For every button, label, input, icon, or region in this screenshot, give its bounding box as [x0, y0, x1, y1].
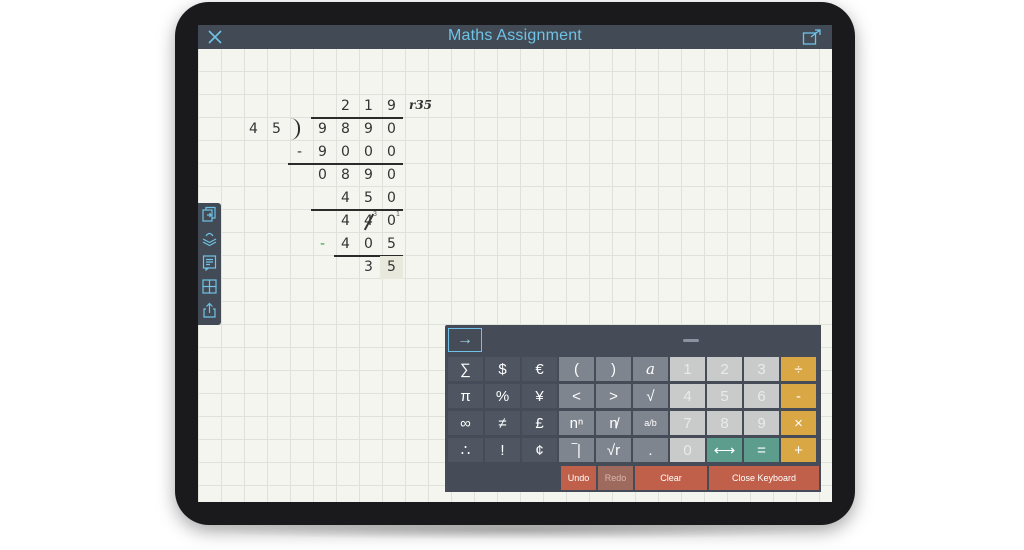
step-digit[interactable]: 4 [334, 210, 357, 233]
step-digit[interactable]: 4 [334, 187, 357, 210]
step-digit[interactable]: 8 [334, 164, 357, 187]
dividend-digit[interactable]: 8 [334, 118, 357, 141]
greater-than-key[interactable]: > [596, 384, 631, 408]
digit-key[interactable]: 7 [670, 411, 705, 435]
digit-key[interactable]: 5 [707, 384, 742, 408]
divisor-digit[interactable]: 5 [265, 118, 288, 141]
step-digit[interactable]: 9 [357, 164, 380, 187]
long-division-key[interactable]: ‾| [559, 438, 594, 462]
step-digit[interactable]: 5 [380, 233, 403, 256]
notes-icon[interactable] [201, 254, 218, 272]
layers-icon[interactable] [201, 230, 218, 247]
division-bracket [290, 118, 300, 140]
factorial-key[interactable]: ! [485, 438, 520, 462]
root-key[interactable]: √r [596, 438, 631, 462]
less-than-key[interactable]: < [559, 384, 594, 408]
minus-sign[interactable]: - [311, 233, 334, 256]
clear-button[interactable]: Clear [635, 466, 707, 490]
drag-handle[interactable] [683, 339, 699, 342]
divisor-digit[interactable]: 4 [242, 118, 265, 141]
sqrt-key[interactable]: √ [633, 384, 668, 408]
digit-key[interactable]: 2 [707, 357, 742, 381]
dividend-digit[interactable]: 9 [311, 118, 334, 141]
step-digit[interactable]: 0 [334, 141, 357, 164]
power-key[interactable]: nⁿ [559, 411, 594, 435]
pound-key[interactable]: £ [522, 411, 557, 435]
dividend-digit[interactable]: 9 [357, 118, 380, 141]
dividend-digit[interactable]: 0 [380, 118, 403, 141]
side-toolbar [198, 203, 221, 325]
not-equal-key[interactable]: ≠ [485, 411, 520, 435]
therefore-key[interactable]: ∴ [448, 438, 483, 462]
remainder-label[interactable]: r35 [409, 98, 432, 112]
math-keyboard: → ∑ $ €() a 1 2 3 ÷ π% ¥ < > √ 4 5 6- ∞ ≠ £ nⁿ n̸ a/b 7 8 9 × ∴! ¢ ‾… [445, 325, 821, 492]
step-digit[interactable]: 0 [380, 141, 403, 164]
digit-key[interactable]: 1 [670, 357, 705, 381]
digit-key[interactable]: 8 [707, 411, 742, 435]
keyboard-top-row: → [445, 325, 821, 355]
share-icon[interactable] [802, 28, 822, 46]
variable-key[interactable]: a [633, 357, 668, 381]
app-screen: Maths Assignment 2 1 9 r35 4 5 9 8 9 0 -… [198, 25, 832, 502]
euro-key[interactable]: € [522, 357, 557, 381]
digit-key[interactable]: 9 [744, 411, 779, 435]
step-digit[interactable]: 5 [357, 187, 380, 210]
result-digit[interactable]: 5 [380, 256, 403, 279]
result-digit[interactable]: 3 [357, 256, 380, 279]
grid-icon[interactable] [201, 278, 218, 295]
step-digit[interactable]: 0 [311, 164, 334, 187]
multiply-key[interactable]: × [781, 411, 816, 435]
percent-key[interactable]: % [485, 384, 520, 408]
page-title: Maths Assignment [448, 27, 582, 44]
equals-key[interactable]: = [744, 438, 779, 462]
arrow-key[interactable]: ⟷ [707, 438, 742, 462]
quotient-digit[interactable]: 1 [357, 95, 380, 118]
step-digit[interactable]: 0 [357, 141, 380, 164]
keyboard-bottom-strip [445, 462, 559, 492]
digit-key[interactable]: 0 [670, 438, 705, 462]
carry-digit: 1 [396, 211, 400, 218]
redo-button[interactable]: Redo [598, 466, 633, 490]
close-keyboard-button[interactable]: Close Keyboard [709, 466, 819, 490]
minus-sign[interactable]: - [288, 141, 311, 164]
minus-key[interactable]: - [781, 384, 816, 408]
carry-digit: 3 [373, 211, 377, 218]
yen-key[interactable]: ¥ [522, 384, 557, 408]
digit-key[interactable]: 4 [670, 384, 705, 408]
quotient-digit[interactable]: 9 [380, 95, 403, 118]
share-out-icon[interactable] [201, 302, 218, 319]
copy-icon[interactable] [201, 206, 218, 223]
strike-key[interactable]: n̸ [596, 411, 631, 435]
digit-key[interactable]: 3 [744, 357, 779, 381]
decimal-key[interactable]: . [633, 438, 668, 462]
close-paren-key[interactable]: ) [596, 357, 631, 381]
plus-key[interactable]: + [781, 438, 816, 462]
digit-key[interactable]: 6 [744, 384, 779, 408]
step-digit[interactable]: 0 [357, 233, 380, 256]
cent-key[interactable]: ¢ [522, 438, 557, 462]
quotient-digit[interactable]: 2 [334, 95, 357, 118]
step-digit[interactable]: 4 [334, 233, 357, 256]
divide-key[interactable]: ÷ [781, 357, 816, 381]
open-paren-key[interactable]: ( [559, 357, 594, 381]
sum-key[interactable]: ∑ [448, 357, 483, 381]
step-digit[interactable]: 0 [380, 187, 403, 210]
step-digit[interactable]: 0 [380, 164, 403, 187]
tab-key[interactable]: → [448, 328, 482, 352]
pi-key[interactable]: π [448, 384, 483, 408]
step-digit[interactable]: 9 [311, 141, 334, 164]
fraction-key[interactable]: a/b [633, 411, 668, 435]
dollar-key[interactable]: $ [485, 357, 520, 381]
infinity-key[interactable]: ∞ [448, 411, 483, 435]
title-bar: Maths Assignment [198, 25, 832, 49]
undo-button[interactable]: Undo [561, 466, 596, 490]
